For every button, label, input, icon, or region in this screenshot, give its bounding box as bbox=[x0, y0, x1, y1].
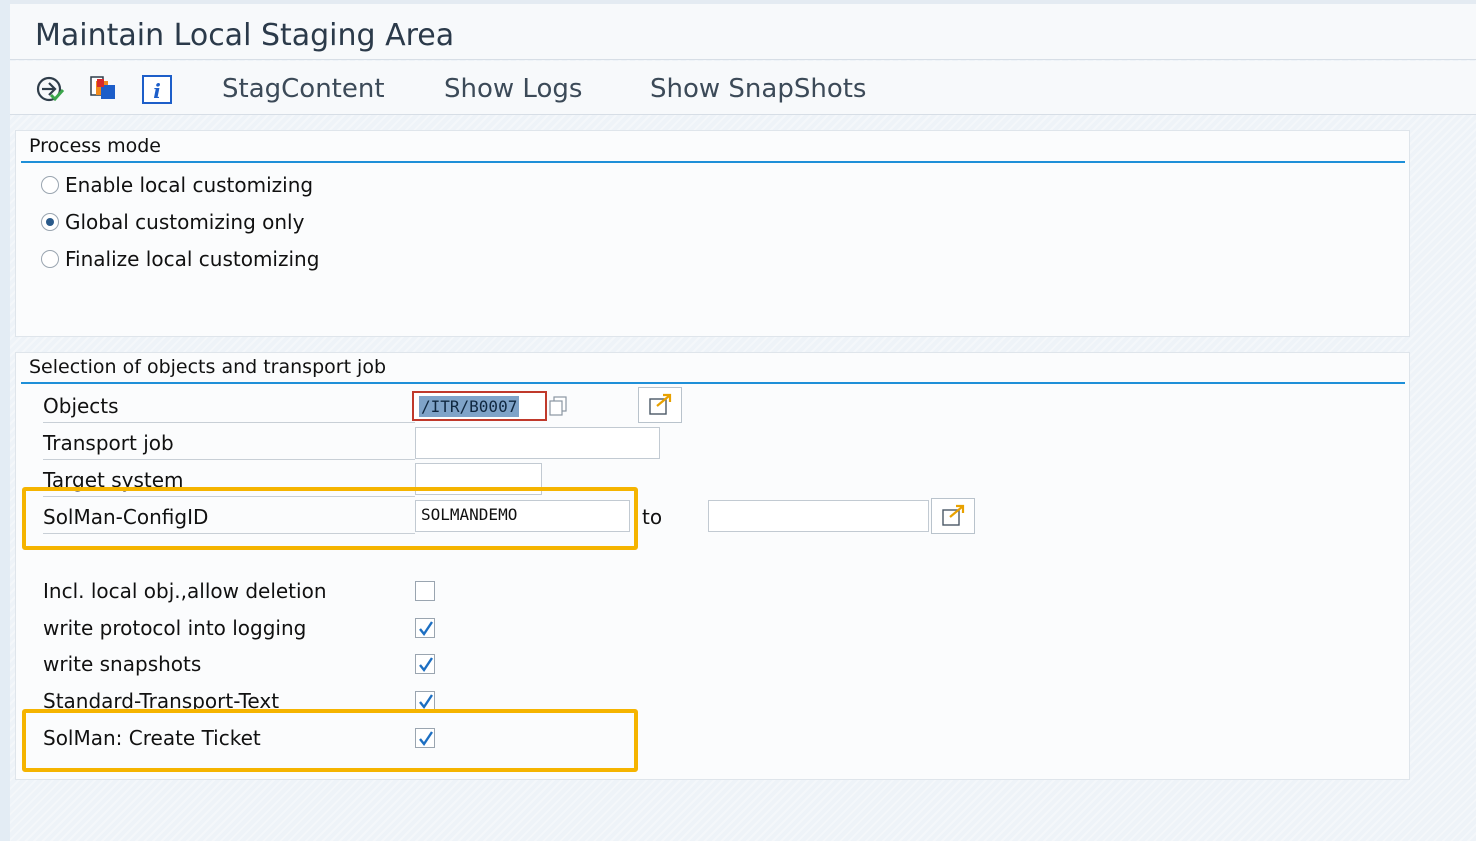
stag-content-button[interactable]: StagContent bbox=[222, 73, 385, 105]
target-system-input[interactable] bbox=[415, 463, 542, 495]
check-icon bbox=[419, 657, 433, 673]
info-icon[interactable]: i bbox=[141, 73, 173, 105]
check-icon bbox=[419, 694, 433, 710]
check-icon bbox=[419, 621, 433, 637]
page-title: Maintain Local Staging Area bbox=[35, 18, 455, 53]
objects-multiple-selection-button[interactable] bbox=[638, 387, 682, 423]
write-snapshots-label: write snapshots bbox=[43, 652, 202, 676]
process-mode-title: Process mode bbox=[29, 135, 161, 157]
to-label: to bbox=[642, 505, 663, 529]
solman-configid-to-input[interactable] bbox=[708, 500, 929, 532]
show-snapshots-button[interactable]: Show SnapShots bbox=[650, 73, 866, 105]
multiple-selection-icon[interactable] bbox=[548, 395, 568, 417]
radio-button-selected[interactable] bbox=[41, 213, 59, 231]
toolbar: i StagContent Show Logs Show SnapShots bbox=[10, 61, 1476, 115]
solman-create-ticket-label: SolMan: Create Ticket bbox=[43, 726, 261, 750]
svg-text:i: i bbox=[153, 79, 161, 103]
radio-button[interactable] bbox=[41, 176, 59, 194]
write-protocol-checkbox[interactable] bbox=[415, 618, 435, 638]
radio-enable-local[interactable]: Enable local customizing bbox=[41, 170, 313, 200]
title-bar: Maintain Local Staging Area bbox=[10, 0, 1476, 60]
radio-finalize-local[interactable]: Finalize local customizing bbox=[41, 244, 319, 274]
objects-label: Objects bbox=[43, 391, 415, 423]
radio-label: Enable local customizing bbox=[65, 173, 314, 197]
standard-transport-text-label: Standard-Transport-Text bbox=[43, 689, 280, 713]
write-protocol-label: write protocol into logging bbox=[43, 616, 307, 640]
objects-input[interactable]: /ITR/B0007 bbox=[412, 391, 547, 421]
selection-rule bbox=[21, 382, 1405, 384]
incl-local-obj-checkbox[interactable] bbox=[415, 581, 435, 601]
radio-label: Global customizing only bbox=[65, 210, 305, 234]
selection-title: Selection of objects and transport job bbox=[29, 356, 387, 378]
process-mode-rule bbox=[21, 161, 1405, 163]
show-logs-button[interactable]: Show Logs bbox=[444, 73, 582, 105]
radio-label: Finalize local customizing bbox=[65, 247, 320, 271]
objects-value: /ITR/B0007 bbox=[419, 396, 520, 417]
radio-button[interactable] bbox=[41, 250, 59, 268]
selection-panel: Selection of objects and transport job O… bbox=[15, 352, 1410, 780]
incl-local-obj-label: Incl. local obj.,allow deletion bbox=[43, 579, 327, 603]
target-system-label: Target system bbox=[43, 465, 415, 497]
transport-job-input[interactable] bbox=[415, 427, 660, 459]
write-snapshots-checkbox[interactable] bbox=[415, 654, 435, 674]
standard-transport-text-checkbox[interactable] bbox=[415, 691, 435, 711]
solman-configid-label: SolMan-ConfigID bbox=[43, 502, 415, 534]
left-strip bbox=[0, 0, 10, 841]
copy-objects-icon[interactable] bbox=[88, 73, 120, 105]
arrow-out-icon bbox=[649, 393, 672, 415]
process-mode-panel: Process mode Enable local customizing Gl… bbox=[15, 130, 1410, 337]
arrow-out-icon bbox=[942, 504, 965, 526]
radio-global-only[interactable]: Global customizing only bbox=[41, 207, 304, 237]
check-icon bbox=[419, 731, 433, 747]
solman-configid-input[interactable]: SOLMANDEMO bbox=[415, 500, 630, 532]
solman-multiple-selection-button[interactable] bbox=[931, 498, 975, 534]
solman-create-ticket-checkbox[interactable] bbox=[415, 728, 435, 748]
transport-job-label: Transport job bbox=[43, 428, 415, 460]
execute-icon[interactable] bbox=[34, 73, 66, 105]
